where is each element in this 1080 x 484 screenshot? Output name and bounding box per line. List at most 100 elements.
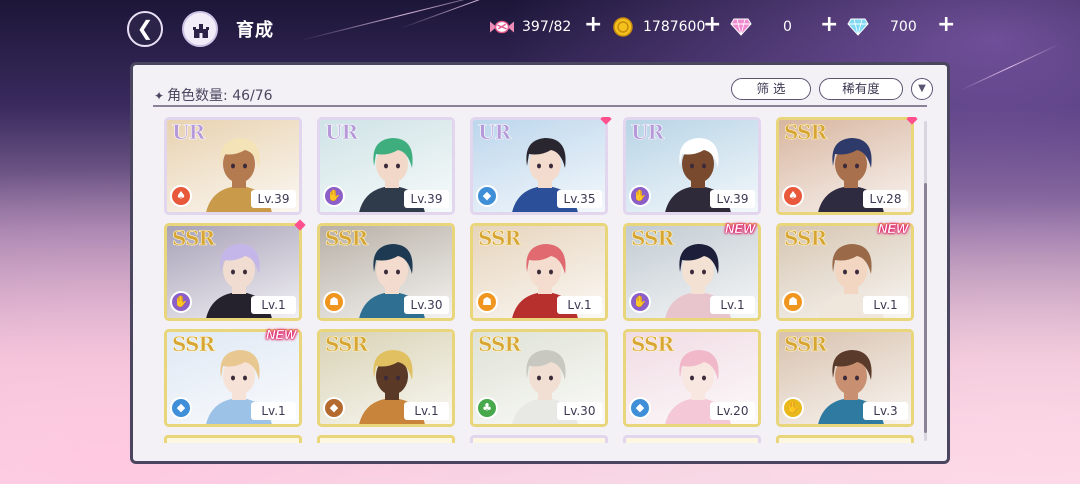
rarity-badge: UR [172,120,206,144]
purple-attribute-icon: ✋ [629,291,651,313]
rarity-badge: UR [325,120,359,144]
rarity-badge: SSR [325,226,369,250]
character-card[interactable]: SSR ☗ Lv.1 [470,223,608,321]
character-card[interactable]: SSR ☗ Lv.30 [317,223,455,321]
gold-coin-icon [611,16,635,38]
character-card[interactable]: SSR ♣ Lv.30 [470,329,608,427]
rarity-badge: UR [631,120,665,144]
rarity-badge: SSR [325,332,369,356]
level-label: Lv.3 [863,402,908,420]
character-card[interactable]: SSR ◆ Lv.20 [623,329,761,427]
orange-attribute-icon: ☗ [476,291,498,313]
level-label: Lv.1 [251,402,296,420]
candy-icon [490,16,514,38]
level-label: Lv.1 [710,296,755,314]
chevron-down-icon: ▼ [918,83,926,94]
blue-gem-value: 700 [890,19,917,35]
level-label: Lv.1 [863,296,908,314]
fire-attribute-icon: ♠ [782,185,804,207]
rarity-badge: SSR [631,332,675,356]
coin-value: 1787600 [643,19,706,35]
add-pink-gem-button[interactable]: + [820,14,838,36]
blue-attribute-icon: ◆ [629,397,651,419]
purple-attribute-icon: ✋ [323,185,345,207]
level-label: Lv.20 [710,402,755,420]
purple-attribute-icon: ✋ [170,291,192,313]
candy-value: 397/82 [522,19,572,35]
level-label: Lv.28 [863,190,908,208]
brown-attribute-icon: ◆ [323,397,345,419]
add-blue-gem-button[interactable]: + [937,14,955,36]
orange-attribute-icon: ☗ [323,291,345,313]
character-card-partial[interactable] [623,435,761,443]
character-card[interactable]: SSR ✋ Lv.3 [776,329,914,427]
level-label: Lv.39 [251,190,296,208]
fire-attribute-icon: ♠ [170,185,192,207]
character-card[interactable]: SSR ◆ Lv.1 [317,329,455,427]
rarity-badge: SSR [478,332,522,356]
new-badge: NEW [725,221,756,236]
resource-pink-gem: 0 [729,14,792,40]
level-label: Lv.39 [710,190,755,208]
character-card-partial[interactable] [164,435,302,443]
character-card-partial[interactable] [470,435,608,443]
header-divider [153,105,927,107]
sort-order-toggle[interactable]: ▼ [911,78,933,100]
character-count: ✦ 角色数量: 46/76 [154,85,273,105]
level-label: Lv.1 [404,402,449,420]
character-card[interactable]: UR ♠ Lv.39 [164,117,302,215]
pink-diamond-icon [729,16,753,38]
level-label: Lv.30 [557,402,602,420]
filter-button[interactable]: 筛 选 [731,78,811,100]
character-card[interactable]: SSR ✋ Lv.1 [623,223,761,321]
character-card[interactable]: UR ◆ Lv.35 [470,117,608,215]
character-card[interactable]: SSR ◆ Lv.1 [164,329,302,427]
level-label: Lv.35 [557,190,602,208]
character-count-value: 46/76 [232,88,273,104]
character-grid: UR ♠ Lv.39 UR ✋ Lv.39 UR ◆ Lv.35 UR ✋ Lv.39 SSR ♠ Lv.2… [164,117,920,448]
character-card-partial[interactable] [317,435,455,443]
blue-diamond-icon [846,16,870,38]
character-card[interactable]: UR ✋ Lv.39 [317,117,455,215]
rarity-badge: SSR [631,226,675,250]
character-card[interactable]: SSR ✋ Lv.1 [164,223,302,321]
rarity-badge: UR [478,120,512,144]
back-arrow-icon: ❮ [136,16,154,40]
page-title: 育成 [236,20,274,41]
top-bar: ❮ 育成 397/82 + 1787600 + 0 + 700 + [0,0,1080,58]
resource-blue-gem: 700 [846,14,917,40]
pink-gem-value: 0 [783,19,792,35]
character-count-label: 角色数量: [167,88,228,104]
blue-attribute-icon: ◆ [476,185,498,207]
character-card[interactable]: UR ✋ Lv.39 [623,117,761,215]
purple-attribute-icon: ✋ [629,185,651,207]
rarity-badge: SSR [784,332,828,356]
home-button[interactable] [182,11,218,47]
new-badge: NEW [266,327,297,342]
green-attribute-icon: ♣ [476,397,498,419]
yellow-attribute-icon: ✋ [782,397,804,419]
resource-coin: 1787600 [611,14,705,40]
level-label: Lv.30 [404,296,449,314]
scrollbar-thumb[interactable] [924,183,927,433]
level-label: Lv.1 [251,296,296,314]
add-candy-button[interactable]: + [584,14,602,36]
rarity-badge: SSR [784,120,828,144]
rarity-badge: SSR [172,226,216,250]
new-badge: NEW [878,221,909,236]
level-label: Lv.39 [404,190,449,208]
rarity-badge: SSR [784,226,828,250]
character-card-partial[interactable] [776,435,914,443]
sort-rarity-button[interactable]: 稀有度 [819,78,903,100]
resource-candy: 397/82 [490,14,571,40]
back-button[interactable]: ❮ [127,11,163,47]
character-card[interactable]: SSR ♠ Lv.28 [776,117,914,215]
rarity-badge: SSR [172,332,216,356]
rarity-badge: SSR [478,226,522,250]
sparkle-icon: ✦ [154,89,165,103]
character-card[interactable]: SSR ☗ Lv.1 [776,223,914,321]
castle-home-icon [193,24,209,38]
blue-attribute-icon: ◆ [170,397,192,419]
add-coin-button[interactable]: + [703,14,721,36]
orange-attribute-icon: ☗ [782,291,804,313]
